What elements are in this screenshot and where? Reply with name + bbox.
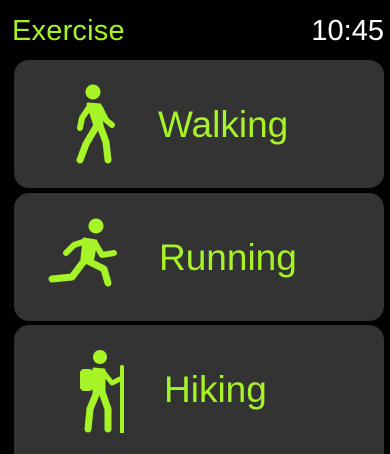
workout-card-hiking[interactable]: Hiking: [14, 325, 384, 454]
workout-label-running: Running: [159, 237, 297, 278]
workout-label-walking: Walking: [158, 104, 289, 145]
workout-label-hiking: Hiking: [164, 369, 267, 410]
workout-card-walking[interactable]: Walking: [14, 60, 384, 188]
clock-time: 10:45: [311, 15, 384, 47]
running-figure-icon: [44, 215, 136, 301]
app-title: Exercise: [12, 15, 125, 47]
hiking-figure-icon: [44, 347, 136, 433]
workout-card-running[interactable]: Running: [14, 193, 384, 321]
walking-figure-icon: [44, 82, 136, 168]
status-bar: Exercise 10:45: [0, 0, 390, 56]
